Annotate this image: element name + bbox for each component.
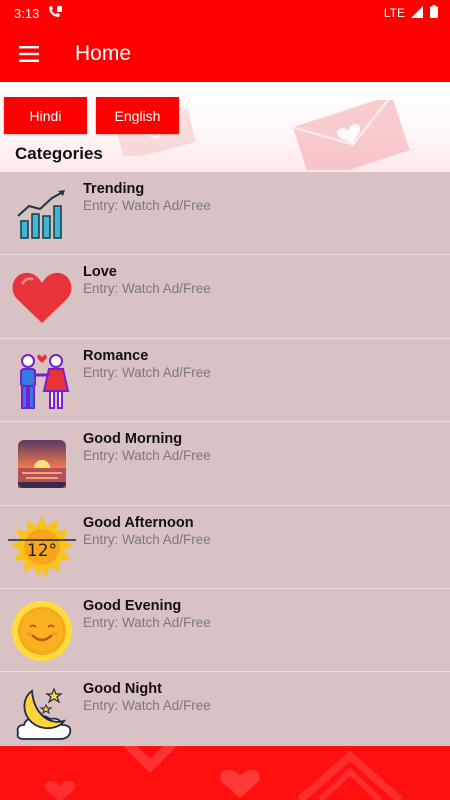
category-subtitle: Entry: Watch Ad/Free — [83, 698, 211, 714]
couple-icon — [8, 347, 76, 415]
category-item-good-night[interactable]: Good Night Entry: Watch Ad/Free — [0, 672, 450, 756]
category-title: Good Evening — [83, 597, 182, 614]
status-time: 3:13 — [14, 5, 40, 21]
category-title: Good Morning — [83, 431, 183, 448]
category-list: Trending Entry: Watch Ad/Free Love Entry… — [0, 172, 450, 756]
call-notification-icon — [47, 5, 63, 22]
heart-icon — [8, 263, 76, 331]
battery-icon — [430, 5, 438, 21]
category-title: Good Afternoon — [83, 514, 194, 531]
page-title: Home — [75, 42, 132, 65]
english-button[interactable]: English — [96, 97, 179, 134]
sunrise-icon — [8, 430, 76, 498]
category-title: Trending — [83, 181, 145, 197]
category-title: Romance — [83, 347, 149, 364]
category-item-good-evening[interactable]: Good Evening Entry: Watch Ad/Free — [0, 589, 450, 673]
trending-chart-icon — [8, 180, 76, 248]
status-bar: 3:13 LTE — [0, 0, 450, 26]
hamburger-menu-icon[interactable] — [0, 26, 58, 82]
category-title: Good Night — [83, 681, 162, 698]
app-bar: Home — [0, 26, 450, 82]
category-title: Love — [83, 264, 117, 281]
category-subtitle: Entry: Watch Ad/Free — [83, 281, 211, 297]
categories-heading: Categories — [15, 144, 103, 163]
category-item-good-afternoon[interactable]: 12° Good Afternoon Entry: Watch Ad/Free — [0, 506, 450, 589]
bottom-banner — [0, 746, 450, 800]
category-subtitle: Entry: Watch Ad/Free — [83, 448, 211, 464]
category-item-good-morning[interactable]: Good Morning Entry: Watch Ad/Free — [0, 422, 450, 506]
sun-temperature-icon: 12° — [8, 514, 76, 582]
moon-stars-icon — [8, 680, 76, 748]
category-item-love[interactable]: Love Entry: Watch Ad/Free — [0, 255, 450, 339]
network-type-label: LTE — [383, 6, 405, 20]
hindi-button[interactable]: Hindi — [4, 97, 87, 134]
hearts-pattern-decoration-icon — [44, 746, 403, 800]
afternoon-temperature-text: 12° — [27, 541, 57, 561]
envelope-heart-decoration-icon — [292, 100, 410, 170]
language-header: Hindi English Categories — [0, 82, 450, 172]
category-subtitle: Entry: Watch Ad/Free — [83, 614, 211, 630]
category-item-trending[interactable]: Trending Entry: Watch Ad/Free — [0, 172, 450, 256]
signal-icon — [411, 5, 424, 21]
category-subtitle: Entry: Watch Ad/Free — [83, 198, 211, 213]
category-subtitle: Entry: Watch Ad/Free — [83, 531, 211, 547]
category-item-romance[interactable]: Romance Entry: Watch Ad/Free — [0, 339, 450, 423]
category-subtitle: Entry: Watch Ad/Free — [83, 364, 211, 380]
smiling-sun-icon — [8, 597, 76, 665]
